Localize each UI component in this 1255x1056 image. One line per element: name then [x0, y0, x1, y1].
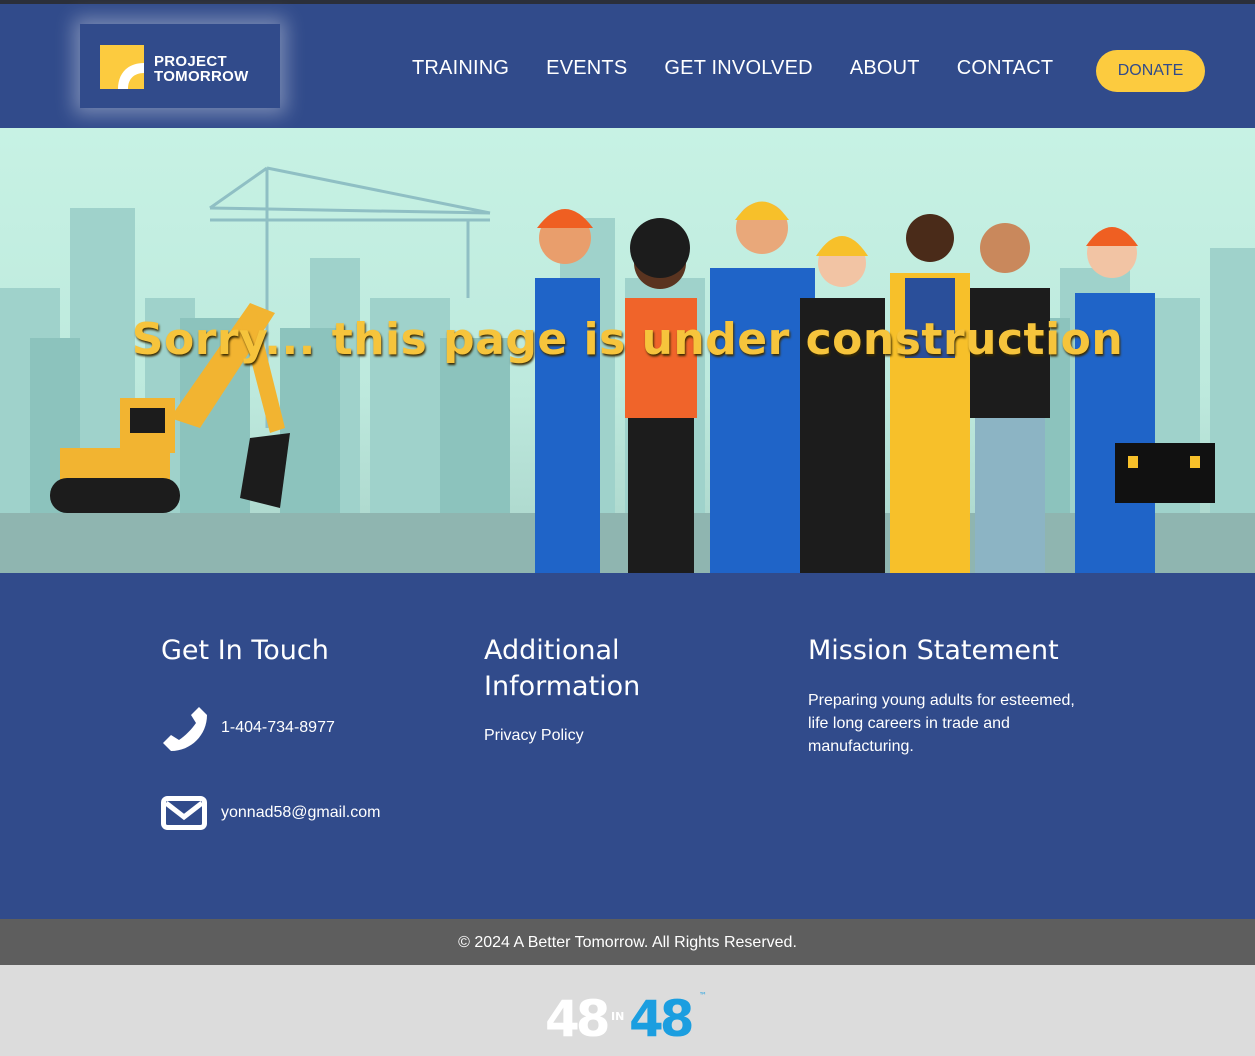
copyright-bar: © 2024 A Better Tomorrow. All Rights Res…: [0, 919, 1255, 965]
hero-banner: Sorry... this page is under construction: [0, 128, 1255, 573]
nav-contact[interactable]: CONTACT: [957, 57, 1054, 80]
additional-info-heading-line-2: Information: [484, 671, 641, 702]
site-header: PROJECT TOMORROW TRAINING EVENTS GET INV…: [0, 4, 1255, 128]
email-address[interactable]: yonnad58@gmail.com: [221, 804, 380, 822]
48in48-logo-icon: 48 IN 48 ™: [545, 990, 707, 1048]
envelope-icon: [161, 796, 207, 830]
badge-left: 48: [545, 990, 608, 1043]
logo-text: PROJECT TOMORROW: [154, 54, 249, 84]
get-in-touch-heading: Get In Touch: [161, 635, 329, 666]
nav-about[interactable]: ABOUT: [850, 57, 920, 80]
nav-get-involved[interactable]: GET INVOLVED: [664, 57, 812, 80]
site-logo[interactable]: PROJECT TOMORROW: [80, 24, 280, 108]
badge-right: 48: [629, 990, 692, 1043]
logo-line-2: TOMORROW: [154, 68, 249, 85]
phone-icon: [163, 707, 207, 751]
badge-tm: ™: [699, 991, 707, 1000]
nav-training[interactable]: TRAINING: [412, 57, 509, 80]
get-in-touch-column: Get In Touch: [161, 633, 329, 669]
badge-middle: IN: [611, 1010, 624, 1023]
donate-button[interactable]: DONATE: [1096, 50, 1205, 92]
phone-row: 1-404-734-8977: [161, 705, 335, 751]
main-nav: TRAINING EVENTS GET INVOLVED ABOUT CONTA…: [412, 57, 1053, 80]
mission-text: Preparing young adults for esteemed, lif…: [808, 692, 1075, 755]
logo-line-1: PROJECT: [154, 53, 227, 70]
48in48-badge[interactable]: 48 IN 48 ™: [545, 988, 710, 1048]
under-construction-title: Sorry... this page is under construction: [131, 314, 1124, 365]
additional-info-heading-line-1: Additional: [484, 635, 620, 666]
email-row: yonnad58@gmail.com: [161, 796, 380, 830]
mission-heading: Mission Statement: [808, 635, 1059, 666]
additional-info-heading: Additional Information: [484, 633, 640, 705]
logo-mark-icon: [100, 45, 144, 89]
mission-column: Mission Statement: [808, 633, 1059, 669]
privacy-policy-link[interactable]: Privacy Policy: [484, 727, 584, 745]
nav-events[interactable]: EVENTS: [546, 57, 627, 80]
additional-info-column: Additional Information: [484, 633, 640, 705]
phone-number[interactable]: 1-404-734-8977: [221, 719, 335, 737]
site-footer: Get In Touch 1-404-734-8977 yonnad58@gma…: [0, 573, 1255, 919]
